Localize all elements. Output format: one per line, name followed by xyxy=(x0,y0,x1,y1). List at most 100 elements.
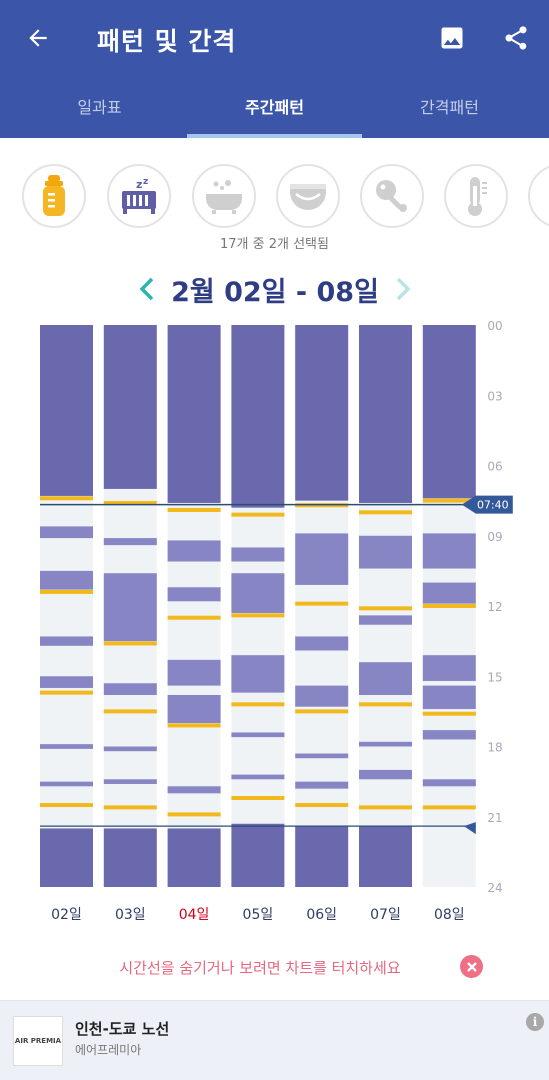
feeding-mark xyxy=(231,512,285,517)
rattle-icon xyxy=(376,180,407,212)
feeding-mark xyxy=(40,803,93,808)
nap-block xyxy=(422,685,476,710)
baby-bottle-icon xyxy=(43,175,65,216)
night-sleep-block xyxy=(422,325,476,499)
nap-block xyxy=(40,781,93,787)
feeding-mark xyxy=(422,604,476,608)
tab-interval-pattern[interactable]: 간격패턴 xyxy=(358,78,541,134)
category-diaper-button[interactable] xyxy=(276,164,340,228)
svg-text:z: z xyxy=(143,177,148,187)
bathtub-icon xyxy=(206,180,242,214)
nap-block xyxy=(167,540,221,562)
nap-block xyxy=(103,573,157,642)
y-tick-label: 03 xyxy=(487,389,502,403)
nap-block xyxy=(359,769,412,780)
feeding-mark xyxy=(231,702,285,707)
share-button[interactable] xyxy=(494,16,538,60)
nap-block xyxy=(422,582,476,604)
day-label: 03일 xyxy=(115,907,146,923)
chart-hint: 시간선을 숨기거나 보려면 차트를 터치하세요 xyxy=(0,954,549,980)
nap-block xyxy=(422,779,476,787)
night-sleep-block xyxy=(295,325,349,501)
nap-block xyxy=(295,533,349,585)
tab-weekly-pattern[interactable]: 주간패턴 xyxy=(183,78,366,134)
nap-block xyxy=(231,547,285,562)
tab-daily-schedule[interactable]: 일과표 xyxy=(8,78,191,134)
night-sleep-block xyxy=(40,325,93,496)
nap-block xyxy=(295,685,349,707)
svg-text:z: z xyxy=(136,178,142,191)
close-icon xyxy=(466,961,477,972)
feeding-mark xyxy=(359,606,412,611)
save-image-button[interactable] xyxy=(430,16,474,60)
y-tick-label: 09 xyxy=(487,530,502,544)
nap-block xyxy=(103,779,157,784)
night-sleep-block xyxy=(167,828,221,887)
day-label: 07일 xyxy=(370,907,401,923)
active-tab-indicator xyxy=(187,134,362,138)
category-feeding-button[interactable] xyxy=(22,164,86,228)
nap-block xyxy=(167,587,221,602)
night-sleep-block xyxy=(40,828,93,887)
ad-logo: AIR PREMIA xyxy=(13,1016,63,1066)
night-sleep-block xyxy=(231,823,285,887)
nap-block xyxy=(40,744,93,749)
nap-block xyxy=(103,683,157,695)
night-sleep-block xyxy=(167,325,221,503)
day-label: 05일 xyxy=(243,907,274,923)
night-sleep-block xyxy=(359,826,412,887)
night-sleep-block xyxy=(231,325,285,508)
feeding-mark xyxy=(295,803,349,808)
page-title: 패턴 및 간격 xyxy=(97,27,237,56)
category-filter-row: z z xyxy=(0,160,549,232)
previous-week-button[interactable] xyxy=(132,272,162,306)
nap-block xyxy=(295,636,349,651)
category-sleep-button[interactable]: z z xyxy=(107,164,171,228)
y-tick-label: 21 xyxy=(487,811,502,825)
y-tick-label: 24 xyxy=(487,881,502,895)
hint-close-button[interactable] xyxy=(460,955,483,978)
ad-logo-text: AIR PREMIA xyxy=(14,1037,62,1045)
category-play-button[interactable] xyxy=(360,164,424,228)
nap-block xyxy=(422,533,476,569)
app-bar: 패턴 및 간격 일과표 주간패턴 간격패턴 xyxy=(0,0,549,138)
week-range-label: 2월 02일 - 08일 xyxy=(171,277,379,308)
nap-block xyxy=(167,786,221,794)
feeding-mark xyxy=(40,589,93,594)
nap-block xyxy=(40,676,93,688)
info-icon[interactable]: i xyxy=(526,1013,544,1031)
feeding-mark xyxy=(231,796,285,801)
y-tick-label: 00 xyxy=(487,319,502,333)
ad-banner[interactable]: AIR PREMIA 인천-도쿄 노선 에어프레미아 i xyxy=(0,1000,549,1080)
night-sleep-block xyxy=(103,325,157,489)
feeding-mark xyxy=(422,805,476,810)
week-navigation: 2월 02일 - 08일 xyxy=(0,268,549,310)
ad-subtitle: 에어프레미아 xyxy=(75,1043,142,1057)
back-button[interactable] xyxy=(16,18,60,58)
weekly-pattern-chart[interactable]: 02일 03일 04일 05일 06일 07일 08일 00 03 06 09 12 15 18 21 24 0… xyxy=(0,312,549,930)
next-week-button[interactable] xyxy=(388,272,418,306)
share-icon xyxy=(505,26,527,50)
ad-title: 인천-도쿄 노선 xyxy=(75,1020,170,1038)
category-bath-button[interactable] xyxy=(192,164,256,228)
nap-block xyxy=(295,781,349,789)
chevron-left-icon xyxy=(139,277,154,301)
nap-block xyxy=(359,535,412,569)
crib-sleep-icon: z z xyxy=(122,177,156,214)
feeding-mark xyxy=(40,496,93,501)
feeding-mark xyxy=(40,690,93,695)
y-tick-label: 12 xyxy=(487,600,502,614)
nap-block xyxy=(40,570,93,590)
y-tick-label: 18 xyxy=(487,741,502,755)
y-tick-label: 06 xyxy=(487,460,502,474)
nap-block xyxy=(167,659,221,686)
feeding-mark xyxy=(295,601,349,606)
category-more-button[interactable] xyxy=(528,164,549,228)
nap-block xyxy=(359,615,412,625)
chart-hint-text: 시간선을 숨기거나 보려면 차트를 터치하세요 xyxy=(119,959,401,977)
selected-count-label: 17개 중 2개 선택됨 xyxy=(220,237,329,252)
chevron-right-icon xyxy=(396,277,411,301)
nap-block xyxy=(231,573,285,614)
category-temperature-button[interactable] xyxy=(444,164,508,228)
nap-block xyxy=(422,655,476,681)
